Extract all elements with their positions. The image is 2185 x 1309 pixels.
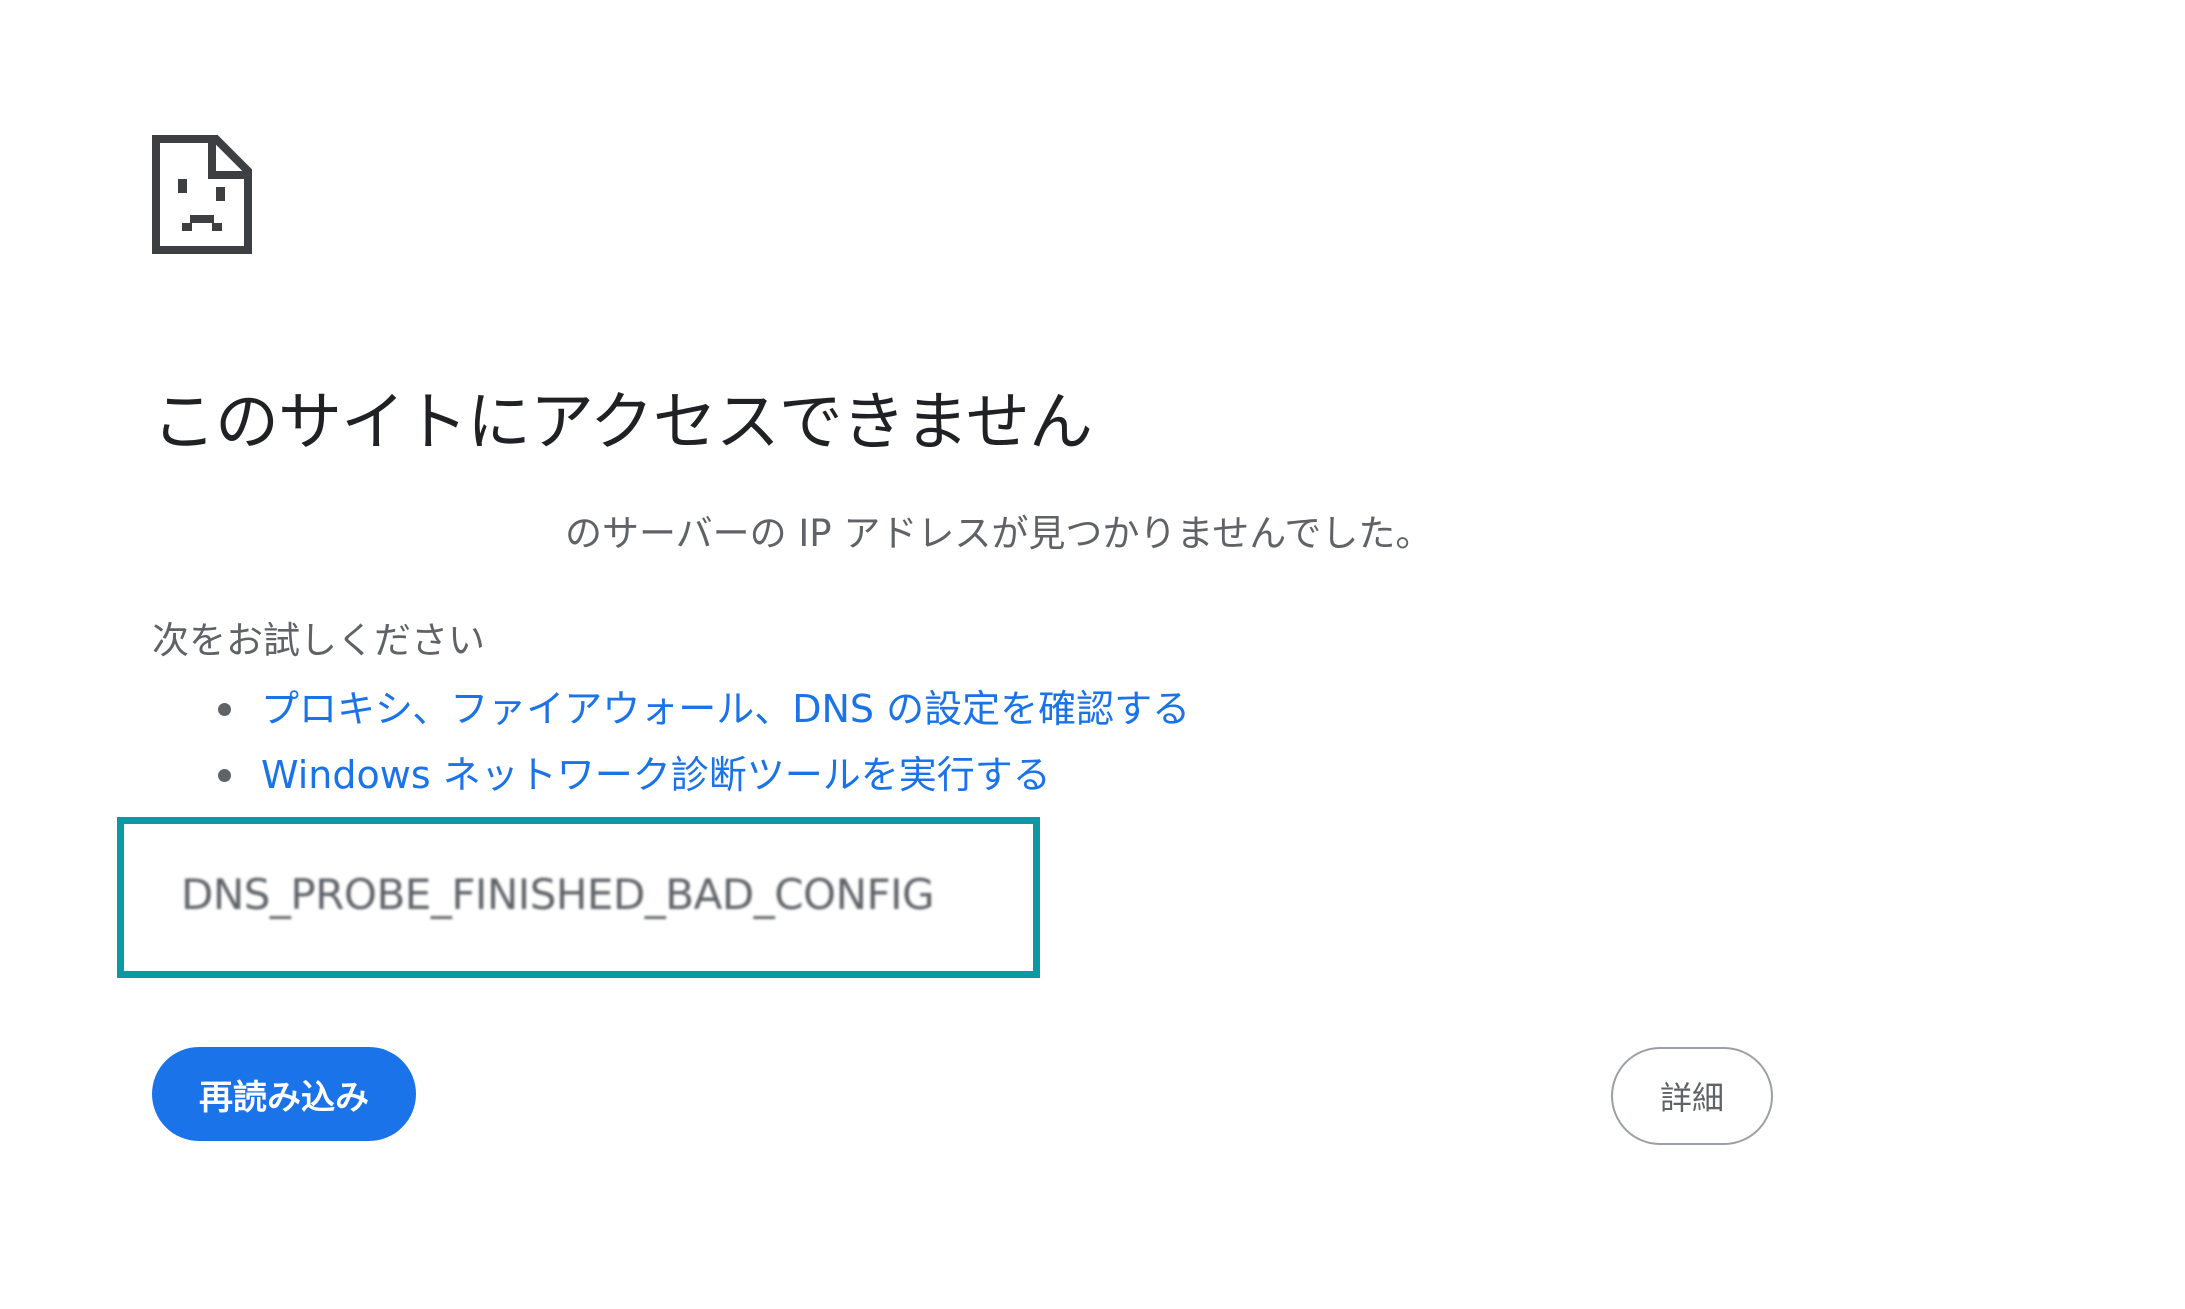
error-page: このサイトにアクセスできません のサーバーの IP アドレスが見つかりませんでし… bbox=[0, 0, 2185, 1309]
page-title: このサイトにアクセスできません bbox=[152, 386, 1093, 460]
run-diagnostics-link[interactable]: Windows ネットワーク診断ツールを実行する bbox=[261, 753, 1051, 797]
error-description: のサーバーの IP アドレスが見つかりませんでした。 bbox=[565, 512, 1433, 555]
suggestions-heading: 次をお試しください bbox=[152, 619, 485, 662]
check-proxy-link[interactable]: プロキシ、ファイアウォール、DNS の設定を確認する bbox=[261, 687, 1190, 731]
bullet-icon bbox=[218, 769, 231, 782]
error-code: DNS_PROBE_FINISHED_BAD_CONFIG bbox=[181, 870, 935, 919]
bullet-icon bbox=[218, 703, 231, 716]
list-item: Windows ネットワーク診断ツールを実行する bbox=[213, 742, 1190, 808]
suggestions-list: プロキシ、ファイアウォール、DNS の設定を確認する Windows ネットワー… bbox=[213, 676, 1190, 808]
list-item: プロキシ、ファイアウォール、DNS の設定を確認する bbox=[213, 676, 1190, 742]
details-button[interactable]: 詳細 bbox=[1611, 1047, 1773, 1145]
sad-page-icon bbox=[152, 135, 252, 254]
reload-button[interactable]: 再読み込み bbox=[152, 1047, 416, 1141]
error-code-highlight: DNS_PROBE_FINISHED_BAD_CONFIG bbox=[117, 817, 1040, 978]
